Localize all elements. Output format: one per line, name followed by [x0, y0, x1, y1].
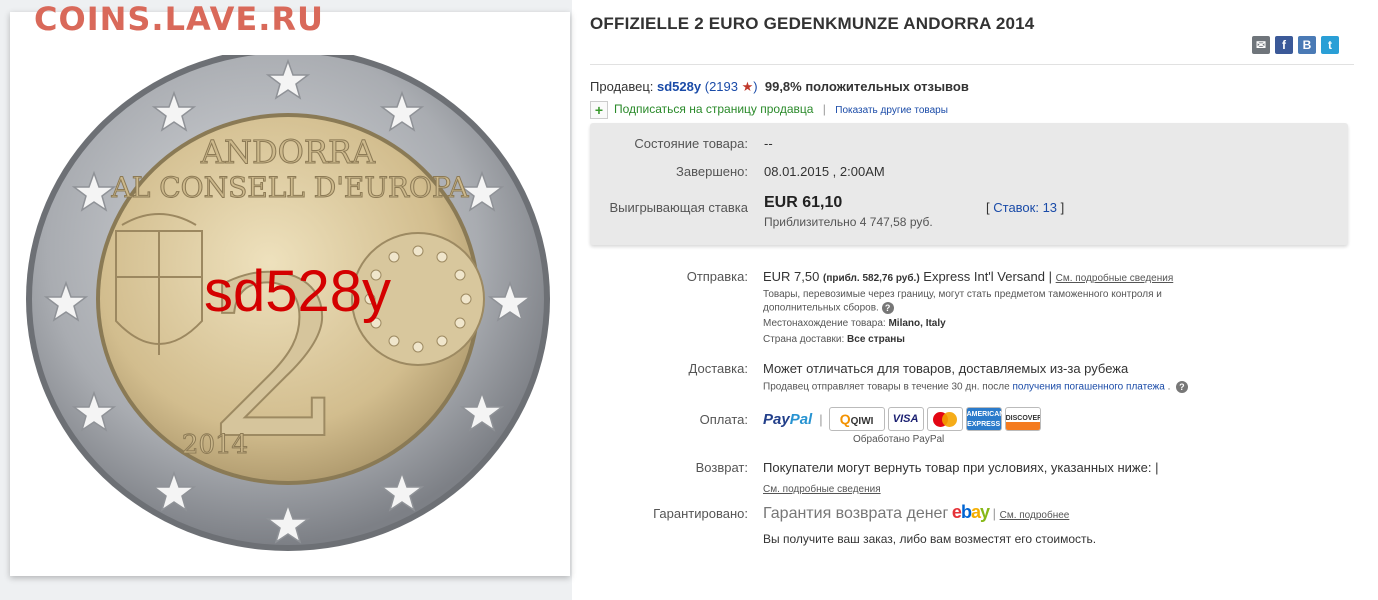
- bids-bracket-close: ]: [1060, 200, 1065, 215]
- visa-logo: VISA: [887, 407, 924, 431]
- payment-methods: PayPal | QQIWI VISA AMERICAN EXPRESS DIS…: [763, 407, 1041, 431]
- blog-icon[interactable]: B: [1298, 36, 1316, 54]
- other-items-link[interactable]: Показать другие товары: [835, 105, 948, 116]
- bids-bracket-open: [: [986, 200, 990, 215]
- facebook-icon[interactable]: f: [1275, 36, 1293, 54]
- feedback-percent: 99,8% положительных отзывов: [764, 79, 969, 94]
- guarantee-row: Гарантия возврата денег ebay | См. подро…: [763, 502, 1069, 523]
- coin-year: 2014: [182, 430, 248, 460]
- shipping-row: EUR 7,50 (прибл. 582,76 руб.) Express In…: [763, 269, 1173, 284]
- help-icon[interactable]: ?: [1175, 381, 1188, 393]
- delivery-label: Доставка:: [688, 361, 748, 376]
- plus-icon[interactable]: +: [590, 101, 608, 119]
- seller-name-link[interactable]: sd528y: [657, 79, 701, 94]
- ships-to: Страна доставки: Все страны: [763, 334, 905, 345]
- shipping-price: EUR 7,50: [763, 269, 820, 284]
- ships-to-label: Страна доставки:: [763, 334, 845, 345]
- seller-label: Продавец:: [590, 79, 654, 94]
- returns-details-link[interactable]: См. подробные сведения: [763, 484, 881, 495]
- listing-title: OFFIZIELLE 2 EURO GEDENKMUNZE ANDORRA 20…: [590, 14, 1035, 33]
- delivery-note-prefix: Продавец отправляет товары в течение 30 …: [763, 381, 1010, 393]
- follow-seller-link[interactable]: Подписаться на страницу продавца: [614, 102, 813, 116]
- shipping-service: Express Int'l Versand: [923, 269, 1045, 284]
- amex-logo: AMERICAN EXPRESS: [965, 407, 1004, 431]
- seller-info: Продавец: sd528y (2193 ★) 99,8% положите…: [590, 79, 969, 95]
- separator: |: [992, 506, 996, 521]
- feedback-close-paren: ): [753, 79, 758, 94]
- delivery-note: Продавец отправляет товары в течение 30 …: [763, 381, 1188, 393]
- item-location-value: Milano, Italy: [888, 318, 946, 329]
- delivery-text: Может отличаться для товаров, доставляем…: [763, 361, 1129, 376]
- winning-bid-approx: Приблизительно 4 747,58 руб.: [764, 215, 933, 229]
- ended-label: Завершено:: [676, 164, 748, 179]
- seller-watermark: sd528y: [204, 259, 392, 324]
- ended-value: 08.01.2015 , 2:00AM: [764, 164, 885, 179]
- share-icons: ✉ f B t: [1252, 36, 1339, 54]
- shipping-approx: (прибл. 582,76 руб.): [823, 273, 920, 284]
- ships-to-value: Все страны: [847, 334, 905, 345]
- customs-note-line-2: дополнительных сборов.: [763, 302, 879, 314]
- bid-history-link[interactable]: Ставок: 13: [993, 200, 1057, 215]
- delivery-note-suffix: .: [1167, 381, 1171, 393]
- star-icon: ★: [741, 79, 754, 94]
- guarantee-note: Вы получите ваш заказ, либо вам возместя…: [763, 532, 1097, 546]
- payment-label: Оплата:: [699, 412, 748, 427]
- item-location-label: Местонахождение товара:: [763, 318, 886, 329]
- coin-inscription-1: ANDORRA: [200, 133, 376, 171]
- separator: |: [822, 102, 826, 117]
- divider: [590, 64, 1354, 65]
- returns-text: Покупатели могут вернуть товар при услов…: [763, 460, 1152, 475]
- product-image-panel: COINS.LAVE.RU ANDORRA AL CONSELL D'EUROP…: [0, 0, 572, 600]
- bid-history: [ Ставок: 13 ]: [986, 200, 1064, 215]
- returns-label: Возврат:: [695, 460, 748, 475]
- guarantee-details-link[interactable]: См. подробнее: [1000, 510, 1070, 521]
- qiwi-logo: QQIWI: [828, 407, 885, 431]
- condition-value: --: [764, 136, 773, 151]
- shipping-details-link[interactable]: См. подробные сведения: [1056, 273, 1174, 284]
- condition-label: Состояние товара:: [634, 136, 748, 151]
- mail-icon[interactable]: ✉: [1252, 36, 1270, 54]
- paypal-logo: PayPal: [763, 410, 813, 428]
- site-watermark: COINS.LAVE.RU: [34, 0, 324, 38]
- money-back-text: Гарантия возврата денег: [763, 505, 949, 522]
- separator: |: [1155, 460, 1159, 475]
- discover-logo: DISCOVER: [1004, 407, 1041, 431]
- help-icon[interactable]: ?: [881, 302, 894, 314]
- coin-inscription-2: AL CONSELL D'EUROPA: [110, 171, 469, 204]
- follow-seller-row: + Подписаться на страницу продавца | Пока…: [590, 101, 948, 119]
- item-location: Местонахождение товара: Milano, Italy: [763, 318, 946, 329]
- guarantee-label: Гарантировано:: [653, 506, 748, 521]
- bid-details-box: Состояние товара: -- Завершено: 08.01.20…: [590, 123, 1348, 245]
- returns-row: Покупатели могут вернуть товар при услов…: [763, 460, 1159, 475]
- customs-note: дополнительных сборов. ?: [763, 302, 894, 314]
- winning-bid-price: EUR 61,10: [764, 194, 843, 211]
- feedback-count[interactable]: 2193: [709, 79, 738, 94]
- separator: |: [1048, 269, 1053, 284]
- separator: |: [819, 411, 823, 427]
- winning-bid-label: Выигрывающая ставка: [609, 200, 748, 215]
- twitter-icon[interactable]: t: [1321, 36, 1339, 54]
- mastercard-logo: [926, 407, 963, 431]
- paypal-processed: Обработано PayPal: [853, 434, 945, 445]
- cleared-payment-link[interactable]: получения погашенного платежа: [1012, 382, 1164, 393]
- ebay-logo: ebay: [951, 502, 990, 522]
- customs-note-line-1: Товары, перевозимые через границу, могут…: [763, 289, 1162, 300]
- returns-details: См. подробные сведения: [763, 479, 881, 497]
- shipping-label: Отправка:: [686, 269, 748, 284]
